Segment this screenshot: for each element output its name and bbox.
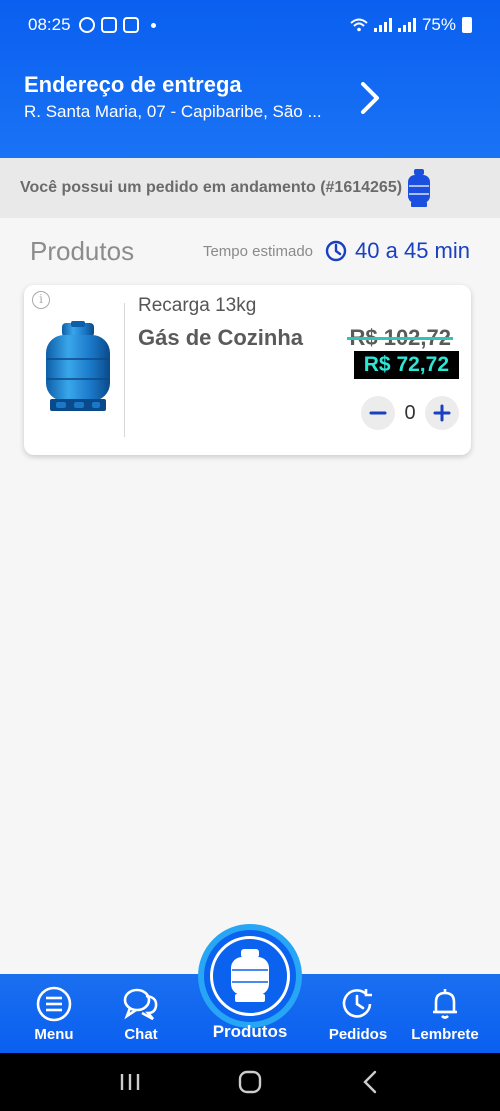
battery-percent: 75% [421,15,456,34]
nav-lembrete-label: Lembrete [411,1026,479,1043]
status-time: 08:25 [28,15,71,34]
recent-apps-button[interactable] [110,1062,150,1102]
gas-cylinder-icon [231,949,269,1002]
notification-icons [78,17,156,33]
decrease-quantity-button[interactable] [361,396,395,430]
chevron-right-icon [361,82,379,114]
nav-pedidos[interactable]: Pedidos [313,986,403,1043]
delivery-address-row[interactable]: Endereço de entrega R. Santa Maria, 07 -… [24,72,476,132]
nav-lembrete[interactable]: Lembrete [400,986,490,1043]
nav-chat[interactable]: Chat [96,986,186,1043]
calendar-icon [100,17,117,33]
wifi-icon [350,18,368,32]
bell-icon [433,989,457,1019]
product-name: Gás de Cozinha [138,325,304,350]
app-notification-icon [122,17,139,33]
delivery-address-text: R. Santa Maria, 07 - Capibaribe, São ... [24,102,322,121]
products-title: Produtos [30,235,135,266]
nav-menu[interactable]: Menu [9,986,99,1043]
home-icon [238,1070,262,1094]
quantity-stepper: 0 [361,396,459,430]
chat-icon [123,988,158,1021]
signal-icon-2 [397,18,416,32]
new-price: R$ 72,72 [353,351,459,379]
quantity-value: 0 [404,401,416,424]
eta-label: Tempo estimado [202,242,314,260]
nav-menu-label: Menu [34,1026,74,1043]
home-button[interactable] [230,1062,270,1102]
order-banner-text: Você possui um pedido em andamento (#161… [20,179,403,196]
history-icon [342,989,372,1018]
product-subtitle: Recarga 13kg [138,295,257,316]
old-price: R$ 102,72 [347,325,453,350]
clock-icon [325,240,347,262]
card-divider [124,303,125,437]
nav-produtos-ring [210,936,290,1016]
eta-value: 40 a 45 min [355,238,470,263]
back-icon [363,1070,377,1094]
menu-icon [36,986,72,1022]
whatsapp-icon [78,17,95,33]
product-card[interactable]: i Recarga 13kg Gás de Cozinha R$ 102,72 … [24,285,471,455]
gas-cylinder-icon [408,169,431,207]
nav-produtos-label: Produtos [212,1022,288,1041]
products-header: Produtos Tempo estimado 40 a 45 min [0,218,500,284]
nav-produtos-button[interactable] [198,924,302,1028]
signal-icon [373,18,392,32]
status-bar: 08:25 75% [0,0,500,50]
eta-value-group: 40 a 45 min [325,238,470,264]
status-right: 75% [350,15,472,35]
back-button[interactable] [350,1062,390,1102]
delivery-address-title: Endereço de entrega [24,72,242,97]
header: 08:25 75% Endereço de entrega R. Santa M… [0,0,500,158]
recent-apps-icon [120,1074,140,1090]
minus-icon [369,411,387,415]
info-icon[interactable]: i [32,291,50,309]
nav-pedidos-label: Pedidos [328,1026,388,1043]
more-dot-icon [150,22,156,28]
nav-chat-label: Chat [124,1026,158,1043]
gas-cylinder-image [46,321,110,411]
system-nav-bar [0,1053,500,1111]
order-in-progress-banner[interactable]: Você possui um pedido em andamento (#161… [0,158,500,218]
increase-quantity-button[interactable] [425,396,459,430]
battery-icon [462,17,472,33]
plus-icon [433,404,451,422]
